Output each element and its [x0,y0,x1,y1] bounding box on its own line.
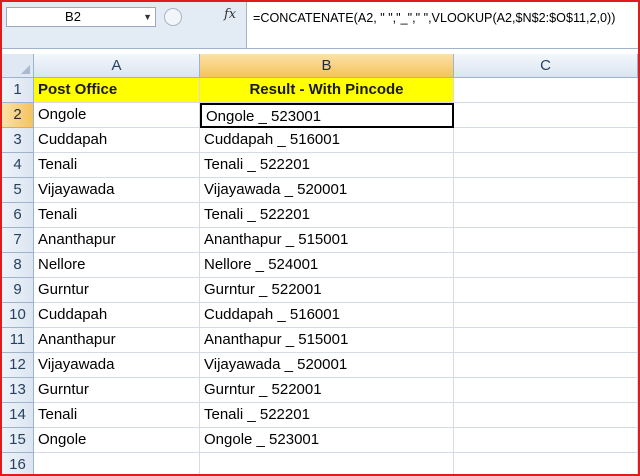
cell-c9[interactable] [454,278,638,303]
cell-b16[interactable] [200,453,454,474]
cell-c14[interactable] [454,403,638,428]
column-header-a[interactable]: A [34,54,200,78]
cell-c3[interactable] [454,128,638,153]
cell-a6[interactable]: Tenali [34,203,200,228]
row-header-2[interactable]: 2 [2,103,34,128]
cell-c1[interactable] [454,78,638,103]
cell-b11[interactable]: Ananthapur _ 515001 [200,328,454,353]
row-header-10[interactable]: 10 [2,303,34,328]
row-header-13[interactable]: 13 [2,378,34,403]
cell-a11[interactable]: Ananthapur [34,328,200,353]
dropdown-arrow-icon[interactable]: ▼ [143,8,152,26]
cell-c10[interactable] [454,303,638,328]
cell-b7[interactable]: Ananthapur _ 515001 [200,228,454,253]
cell-a10[interactable]: Cuddapah [34,303,200,328]
row-header-7[interactable]: 7 [2,228,34,253]
cell-c15[interactable] [454,428,638,453]
formula-bar: B2 ▼ fx =CONCATENATE(A2, " ","_"," ",VLO… [2,2,638,49]
column-header-b[interactable]: B [200,54,454,78]
cell-c16[interactable] [454,453,638,474]
cell-b4[interactable]: Tenali _ 522201 [200,153,454,178]
cell-a9[interactable]: Gurntur [34,278,200,303]
row-header-11[interactable]: 11 [2,328,34,353]
row-header-15[interactable]: 15 [2,428,34,453]
row-header-8[interactable]: 8 [2,253,34,278]
cell-c5[interactable] [454,178,638,203]
select-all-button[interactable] [2,54,34,78]
cell-a7[interactable]: Ananthapur [34,228,200,253]
cell-b1[interactable]: Result - With Pincode [200,78,454,103]
cell-b13[interactable]: Gurntur _ 522001 [200,378,454,403]
row-header-5[interactable]: 5 [2,178,34,203]
cell-b14[interactable]: Tenali _ 522201 [200,403,454,428]
cell-c11[interactable] [454,328,638,353]
cell-b5[interactable]: Vijayawada _ 520001 [200,178,454,203]
cell-b15[interactable]: Ongole _ 523001 [200,428,454,453]
cell-a4[interactable]: Tenali [34,153,200,178]
insert-function-icon[interactable]: fx [224,7,236,22]
cell-a16[interactable] [34,453,200,474]
cell-c2[interactable] [454,103,638,128]
cell-a15[interactable]: Ongole [34,428,200,453]
cell-b6[interactable]: Tenali _ 522201 [200,203,454,228]
cell-c13[interactable] [454,378,638,403]
cell-c8[interactable] [454,253,638,278]
formula-bar-splitter-icon[interactable] [164,8,182,26]
cell-b12[interactable]: Vijayawada _ 520001 [200,353,454,378]
name-box-value: B2 [65,9,81,24]
cell-b10[interactable]: Cuddapah _ 516001 [200,303,454,328]
row-header-6[interactable]: 6 [2,203,34,228]
formula-input[interactable]: =CONCATENATE(A2, " ","_"," ",VLOOKUP(A2,… [246,2,638,48]
cell-c12[interactable] [454,353,638,378]
row-header-3[interactable]: 3 [2,128,34,153]
cell-b2[interactable]: Ongole _ 523001 [200,103,454,128]
name-box[interactable]: B2 ▼ [6,7,156,27]
cell-a2[interactable]: Ongole [34,103,200,128]
row-header-16[interactable]: 16 [2,453,34,474]
cell-b8[interactable]: Nellore _ 524001 [200,253,454,278]
column-header-c[interactable]: C [454,54,638,78]
cell-b9[interactable]: Gurntur _ 522001 [200,278,454,303]
cell-a12[interactable]: Vijayawada [34,353,200,378]
cell-a13[interactable]: Gurntur [34,378,200,403]
cell-c7[interactable] [454,228,638,253]
cell-a5[interactable]: Vijayawada [34,178,200,203]
row-header-14[interactable]: 14 [2,403,34,428]
cell-a1[interactable]: Post Office [34,78,200,103]
cell-c6[interactable] [454,203,638,228]
row-header-12[interactable]: 12 [2,353,34,378]
row-header-9[interactable]: 9 [2,278,34,303]
cell-b3[interactable]: Cuddapah _ 516001 [200,128,454,153]
row-header-1[interactable]: 1 [2,78,34,103]
cell-a3[interactable]: Cuddapah [34,128,200,153]
row-header-4[interactable]: 4 [2,153,34,178]
spreadsheet-window: B2 ▼ fx =CONCATENATE(A2, " ","_"," ",VLO… [0,0,640,476]
cell-a14[interactable]: Tenali [34,403,200,428]
cell-a8[interactable]: Nellore [34,253,200,278]
cell-c4[interactable] [454,153,638,178]
